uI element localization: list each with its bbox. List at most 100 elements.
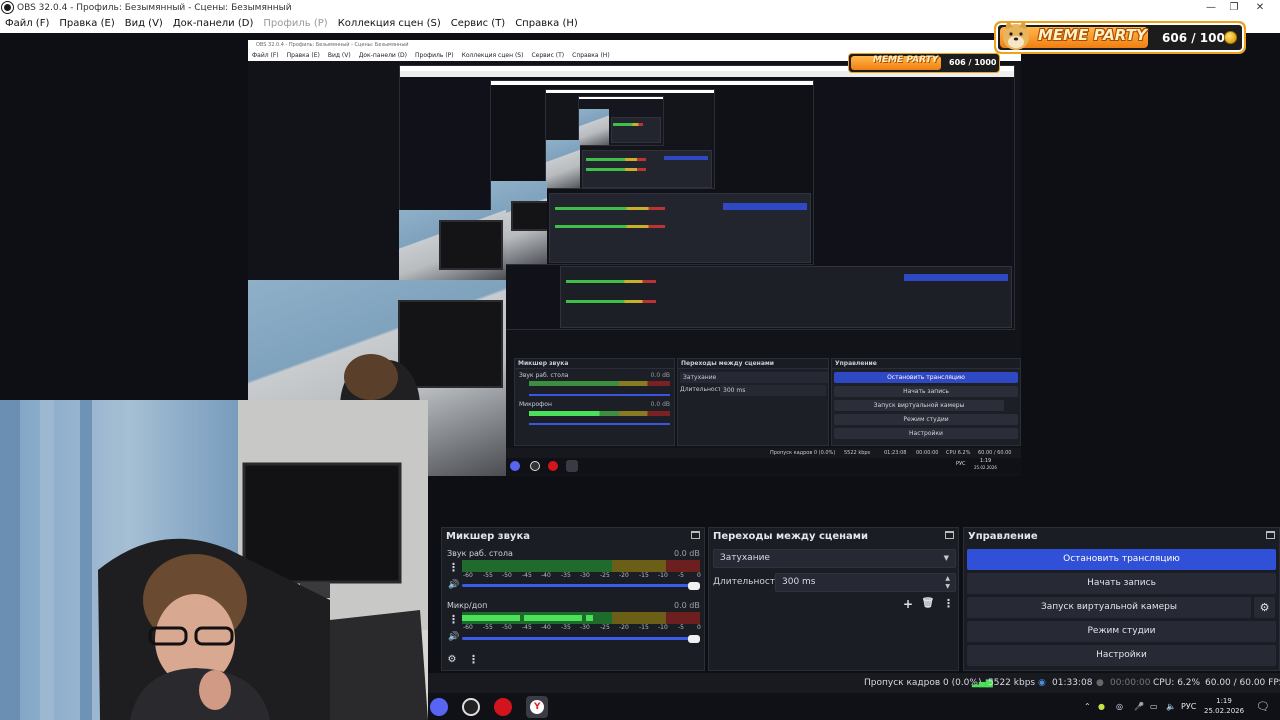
obs-taskbar-icon[interactable]	[462, 698, 480, 716]
menu-tools[interactable]: Сервис (T)	[446, 15, 510, 33]
spin-down-icon[interactable]: ▼	[945, 583, 950, 591]
inner-discord-icon	[510, 461, 520, 471]
start-record-button[interactable]: Начать запись	[967, 573, 1276, 594]
preview-menu-item: Профиль (P)	[415, 52, 454, 59]
preview-menu-item: Док-панели (D)	[358, 52, 408, 59]
obs-logo-icon	[2, 2, 13, 13]
doge-icon	[1003, 23, 1029, 50]
add-transition-icon[interactable]: +	[901, 597, 915, 611]
meme-party-title-nested: MEME PARTY	[873, 55, 939, 65]
window-title: OBS 32.0.4 - Профиль: Безымянный - Сцены…	[17, 2, 292, 13]
inner-yandex-icon	[566, 460, 578, 472]
channel-mic-volume-slider[interactable]	[462, 637, 694, 640]
stop-stream-button[interactable]: Остановить трансляцию	[967, 549, 1276, 570]
duration-value: 300 ms	[782, 577, 816, 587]
transition-select-value: Затухание	[720, 553, 770, 563]
inner-obs-icon	[530, 461, 540, 471]
controls-dock: Управление Остановить трансляцию Начать …	[963, 527, 1280, 671]
nested-preview-level-5	[578, 96, 664, 146]
cpu-usage: CPU: 6.2%	[1153, 678, 1201, 688]
menu-edit[interactable]: Правка (E)	[54, 15, 119, 33]
transition-menu-icon[interactable]: ⋮	[943, 598, 954, 609]
advanced-audio-icon[interactable]: ⚙	[445, 653, 459, 667]
tray-chevron-up-icon[interactable]: ⌃	[1084, 693, 1091, 720]
inner-channel-1: Звук раб. стола	[519, 372, 569, 379]
menu-view[interactable]: Вид (V)	[120, 15, 168, 33]
studio-mode-button[interactable]: Режим студии	[967, 621, 1276, 642]
discord-icon[interactable]	[430, 698, 448, 716]
webcam-feed	[0, 400, 428, 720]
clock-time: 1:19	[1216, 697, 1232, 705]
mixer-menu-icon[interactable]: ⋮	[468, 654, 479, 665]
inner-channel-2-db: 0.0 dB	[650, 401, 670, 408]
inner-bitrate: 5522 kbps	[844, 450, 871, 456]
undock-icon[interactable]	[945, 531, 954, 539]
preview-menu-item: Файл (F)	[252, 52, 279, 59]
opera-icon[interactable]	[494, 698, 512, 716]
tray-mic-icon[interactable]: 🎤	[1134, 693, 1144, 720]
channel-mic-volume-knob[interactable]	[688, 635, 700, 643]
tray-network-icon[interactable]: ▭	[1150, 693, 1158, 720]
meme-party-widget-nested: MEME PARTY 606 / 1000	[848, 53, 1000, 73]
taskbar: Y ⌃ ● ◎ 🎤 ▭ 🔈 РУС 1:19 25.02.2026 🗨	[428, 693, 1280, 720]
inner-channel-1-db: 0.0 dB	[650, 372, 670, 379]
title-bar: OBS 32.0.4 - Профиль: Безымянный - Сцены…	[0, 0, 1280, 15]
channel-mic-meter	[462, 612, 700, 624]
trash-icon[interactable]: 🗑	[921, 597, 935, 611]
settings-button[interactable]: Настройки	[967, 645, 1276, 666]
channel-mic-menu-icon[interactable]: ⋮	[448, 614, 459, 625]
db-tick-label: -10	[658, 572, 668, 579]
yandex-browser-icon[interactable]: Y	[526, 696, 548, 718]
transition-select[interactable]: Затухание ▼	[713, 549, 956, 568]
coin-icon	[1224, 31, 1237, 44]
tray-volume-icon[interactable]: 🔈	[1166, 693, 1176, 720]
inner-mixer-dock: Микшер звука Звук раб. стола 0.0 dB Микр…	[514, 358, 675, 446]
obs-screen: OBS 32.0.4 - Профиль: Безымянный - Сцены…	[0, 0, 1280, 720]
channel-desktop-speaker-icon[interactable]: 🔊	[448, 580, 459, 590]
chevron-down-icon: ▼	[943, 554, 949, 562]
undock-icon[interactable]	[1266, 531, 1275, 539]
taskbar-clock[interactable]: 1:19 25.02.2026	[1204, 696, 1244, 716]
menu-docks[interactable]: Док-панели (D)	[168, 15, 259, 33]
db-tick-label: -10	[658, 624, 668, 631]
language-indicator[interactable]: РУС	[1181, 693, 1196, 720]
menu-profile[interactable]: Профиль (P)	[258, 15, 332, 33]
inner-status-bar: Пропуск кадров 0 (0.0%) 5522 kbps 01:23:…	[506, 448, 1021, 466]
duration-input[interactable]: 300 ms ▲ ▼	[775, 573, 956, 592]
channel-desktop-meter	[462, 560, 700, 572]
channel-desktop-volume-slider[interactable]	[462, 584, 694, 587]
db-tick-label: -25	[600, 572, 610, 579]
undock-icon[interactable]	[691, 531, 700, 539]
close-button[interactable]: ✕	[1240, 0, 1280, 15]
nested-preview-level-4	[545, 89, 715, 189]
inner-transitions-title: Переходы между сценами	[678, 359, 828, 369]
menu-scene-collection[interactable]: Коллекция сцен (S)	[333, 15, 446, 33]
nested-webcam	[546, 140, 580, 188]
channel-mic-speaker-icon[interactable]: 🔊	[448, 632, 459, 642]
inner-opera-icon	[548, 461, 558, 471]
nested-webcam	[579, 109, 609, 145]
spin-up-icon[interactable]: ▲	[945, 575, 950, 583]
inner-cpu: CPU 6.2%	[946, 450, 971, 456]
duration-label: Длительность	[713, 577, 781, 587]
db-tick-label: -40	[541, 572, 551, 579]
audio-mixer-header: Микшер звука	[442, 528, 704, 544]
menu-file[interactable]: Файл (F)	[0, 15, 54, 33]
tray-app-icon[interactable]: ●	[1098, 693, 1105, 720]
db-tick-label: -20	[619, 624, 629, 631]
channel-desktop-volume-knob[interactable]	[688, 582, 700, 590]
virtual-camera-settings-gear-icon[interactable]: ⚙	[1254, 597, 1275, 618]
db-tick-label: -50	[502, 624, 512, 631]
webcam-image	[0, 400, 428, 720]
db-tick-label: -50	[502, 572, 512, 579]
channel-desktop-audio-label: Звук раб. стола	[447, 549, 513, 558]
db-tick-label: -40	[541, 624, 551, 631]
tray-obs-icon[interactable]: ◎	[1116, 693, 1123, 720]
notifications-icon[interactable]: 🗨	[1256, 693, 1270, 720]
inner-controls-dock: Управление Остановить трансляцию Начать …	[831, 358, 1021, 446]
scene-transitions-header: Переходы между сценами	[709, 528, 958, 544]
preview-title-bar: OBS 32.0.4 - Профиль: Безымянный - Сцены…	[248, 40, 1021, 50]
menu-help[interactable]: Справка (H)	[510, 15, 583, 33]
virtual-camera-button[interactable]: Запуск виртуальной камеры	[967, 597, 1251, 618]
channel-desktop-menu-icon[interactable]: ⋮	[448, 562, 459, 573]
